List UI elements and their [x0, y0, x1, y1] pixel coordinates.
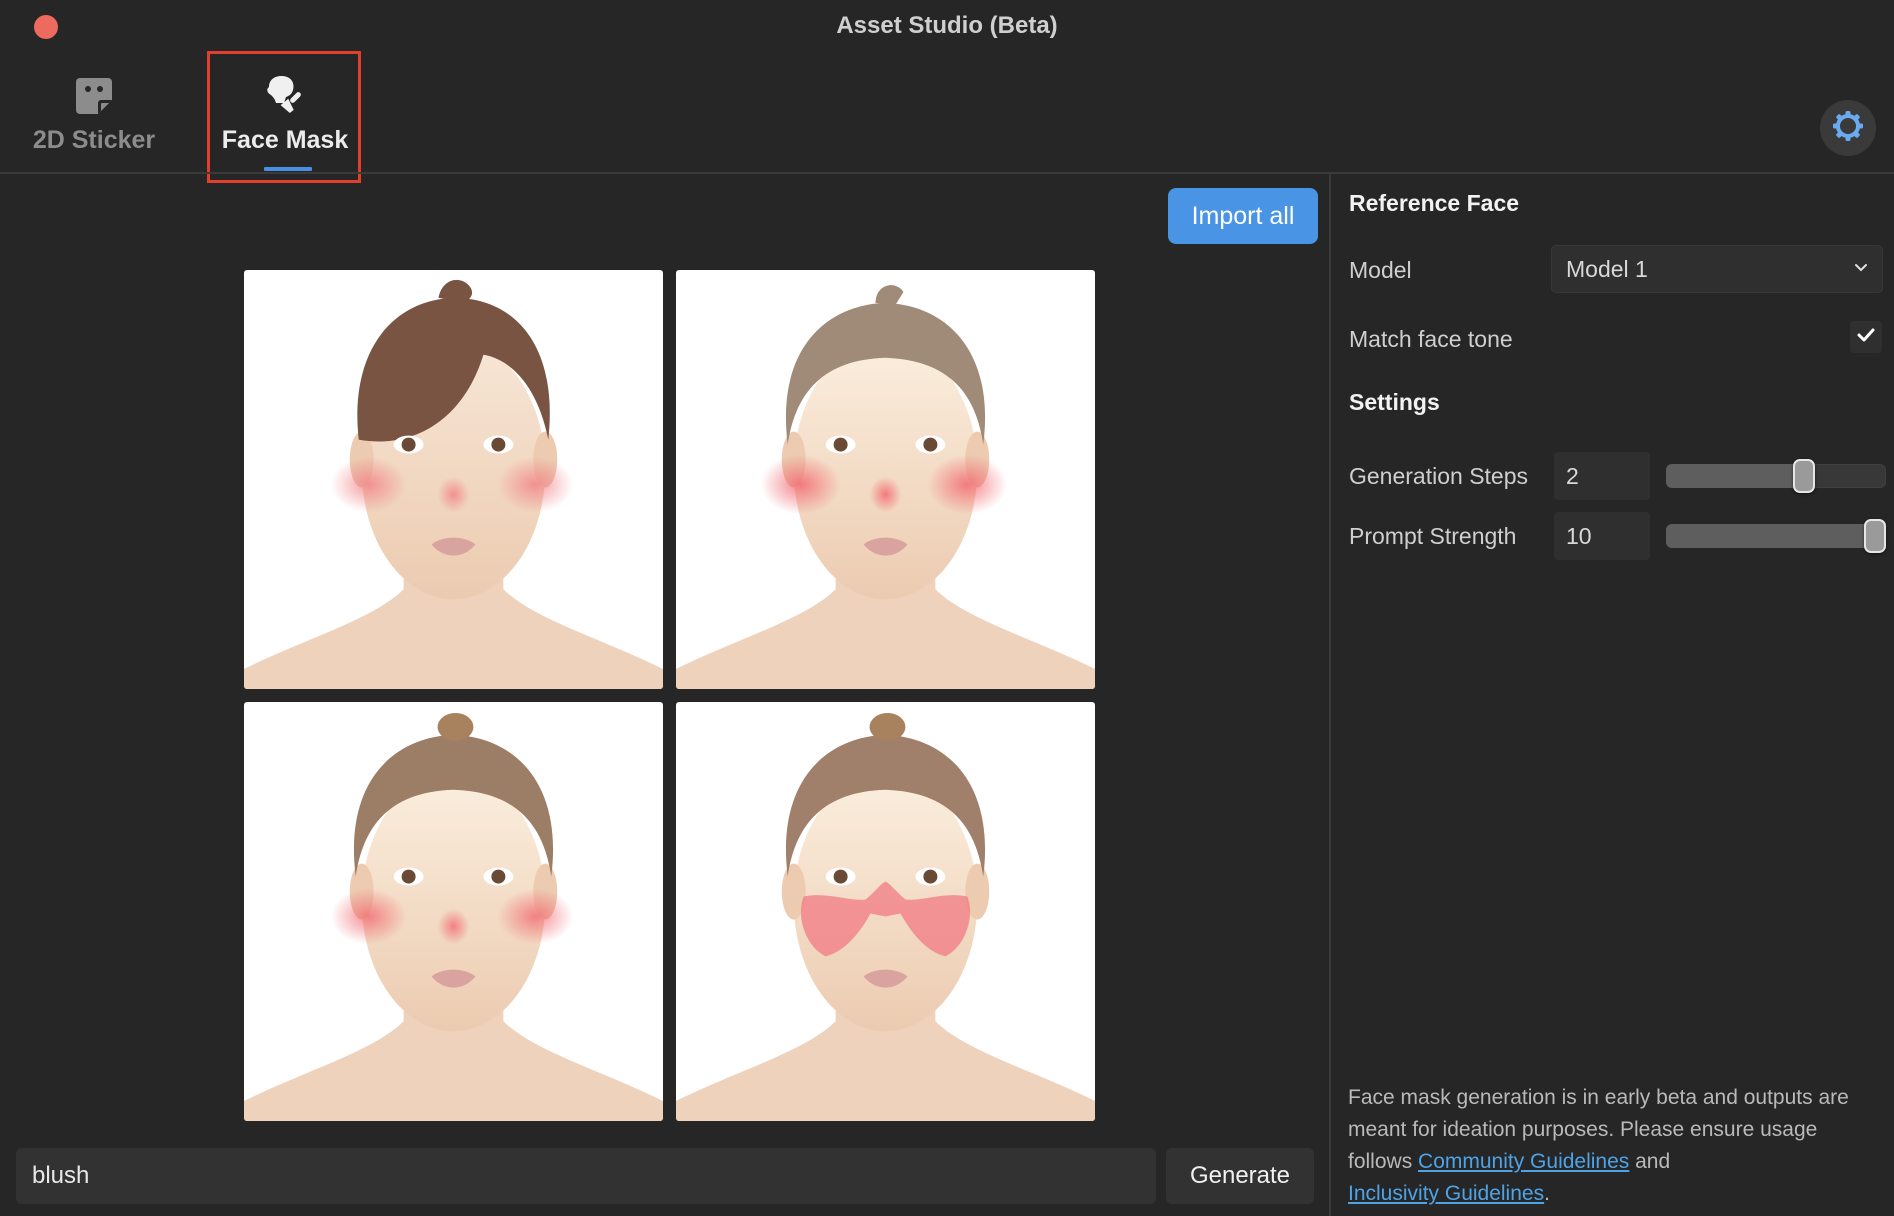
- tab-label: 2D Sticker: [32, 126, 156, 154]
- header-divider: [0, 172, 1894, 174]
- preferences-button[interactable]: [1820, 100, 1876, 156]
- import-all-button[interactable]: Import all: [1168, 188, 1318, 244]
- reference-face-heading: Reference Face: [1349, 190, 1520, 216]
- active-tab-indicator: [264, 167, 312, 171]
- disclaimer-text: and: [1629, 1150, 1671, 1173]
- gear-icon: [1831, 109, 1865, 148]
- slider-fill: [1666, 524, 1875, 548]
- slider-thumb[interactable]: [1792, 459, 1815, 493]
- tab-face-mask[interactable]: Face Mask: [210, 72, 360, 172]
- prompt-strength-field[interactable]: [1554, 512, 1650, 560]
- result-image-3[interactable]: [244, 702, 663, 1121]
- result-image-1[interactable]: [244, 270, 663, 689]
- generation-steps-label: Generation Steps: [1349, 463, 1529, 489]
- sticker-icon: [70, 72, 118, 120]
- community-guidelines-link[interactable]: Community Guidelines: [1418, 1150, 1629, 1173]
- checkmark-icon: [1856, 327, 1876, 348]
- settings-heading: Settings: [1349, 389, 1440, 415]
- inclusivity-guidelines-link[interactable]: Inclusivity Guidelines: [1348, 1182, 1544, 1205]
- match-face-tone-label: Match face tone: [1349, 326, 1513, 352]
- prompt-input[interactable]: [16, 1148, 1156, 1204]
- chevron-down-icon: [1854, 260, 1868, 278]
- face-illustration: [244, 279, 663, 689]
- slider-thumb[interactable]: [1864, 519, 1886, 553]
- tab-2d-sticker[interactable]: 2D Sticker: [30, 72, 158, 172]
- results-grid: [244, 270, 1095, 1121]
- face-illustration: [676, 285, 1095, 689]
- tab-label: Face Mask: [221, 126, 349, 154]
- match-face-tone-checkbox[interactable]: [1850, 321, 1882, 353]
- face-mask-brush-icon: [261, 72, 309, 120]
- generation-steps-slider[interactable]: [1666, 459, 1886, 493]
- prompt-strength-slider[interactable]: [1666, 519, 1886, 553]
- beta-disclaimer: Face mask generation is in early beta an…: [1348, 1082, 1878, 1210]
- generate-button[interactable]: Generate: [1166, 1148, 1314, 1204]
- face-illustration: [676, 712, 1095, 1121]
- model-label: Model: [1349, 257, 1412, 283]
- asset-studio-window: Asset Studio (Beta) 2D Sticker Face Mask: [0, 0, 1894, 1216]
- disclaimer-text: .: [1544, 1182, 1550, 1205]
- window-title: Asset Studio (Beta): [836, 12, 1058, 39]
- model-dropdown[interactable]: Model 1: [1551, 245, 1883, 293]
- prompt-strength-label: Prompt Strength: [1349, 523, 1517, 549]
- slider-fill: [1666, 464, 1804, 488]
- model-dropdown-value: Model 1: [1566, 255, 1648, 282]
- generation-steps-field[interactable]: [1554, 452, 1650, 500]
- result-image-2[interactable]: [676, 270, 1095, 689]
- panel-divider[interactable]: [1329, 174, 1331, 1216]
- result-image-4[interactable]: [676, 702, 1095, 1121]
- face-illustration: [244, 712, 663, 1121]
